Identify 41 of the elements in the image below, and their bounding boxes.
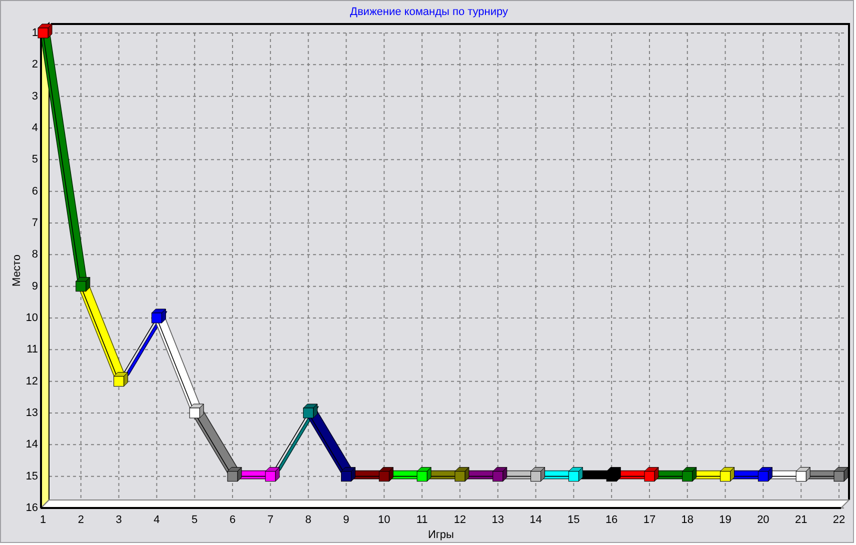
x-tick-label: 12	[454, 514, 466, 526]
x-tick-label: 14	[530, 514, 542, 526]
y-tick-label: 13	[26, 407, 38, 419]
y-axis-title: Место	[11, 254, 23, 286]
y-tick-label: 15	[26, 470, 38, 482]
x-tick-label: 19	[719, 514, 732, 526]
x-tick-label: 21	[794, 514, 808, 526]
x-tick-label: 2	[78, 514, 84, 526]
y-tick-label: 12	[26, 375, 38, 388]
x-tick-label: 3	[116, 514, 122, 526]
x-tick-label: 22	[832, 514, 846, 526]
x-tick-label: 8	[305, 514, 312, 526]
chart-title: Движение команды по турниру	[350, 6, 508, 18]
y-tick-label: 11	[26, 344, 38, 356]
y-tick-label: 1	[32, 27, 38, 39]
x-tick-label: 6	[229, 514, 236, 526]
x-axis-title: Игры	[428, 529, 454, 541]
x-tick-label: 11	[416, 514, 428, 526]
x-tick-label: 20	[757, 514, 770, 526]
x-tick-label: 13	[492, 514, 504, 526]
x-tick-label: 4	[154, 514, 160, 526]
x-tick-label: 15	[568, 514, 580, 526]
x-tick-label: 1	[40, 514, 46, 526]
x-tick-label: 17	[643, 514, 656, 526]
y-tick-label: 14	[26, 438, 38, 451]
x-tick-label: 16	[605, 514, 618, 526]
y-tick-label: 4	[32, 122, 38, 134]
x-tick-label: 5	[192, 514, 198, 526]
y-tick-label: 9	[32, 280, 38, 292]
y-tick-label: 16	[26, 502, 38, 514]
x-tick-label: 9	[343, 514, 350, 526]
y-tick-label: 5	[32, 154, 38, 166]
x-tick-label: 7	[267, 514, 274, 526]
x-tick-label: 10	[378, 514, 390, 526]
y-tick-label: 6	[32, 185, 38, 198]
y-tick-label: 10	[26, 312, 38, 324]
y-tick-label: 7	[32, 217, 38, 229]
y-tick-label: 8	[32, 248, 38, 261]
y-tick-label: 2	[32, 58, 38, 71]
y-tick-label: 3	[32, 90, 38, 102]
x-tick-label: 18	[681, 514, 694, 526]
